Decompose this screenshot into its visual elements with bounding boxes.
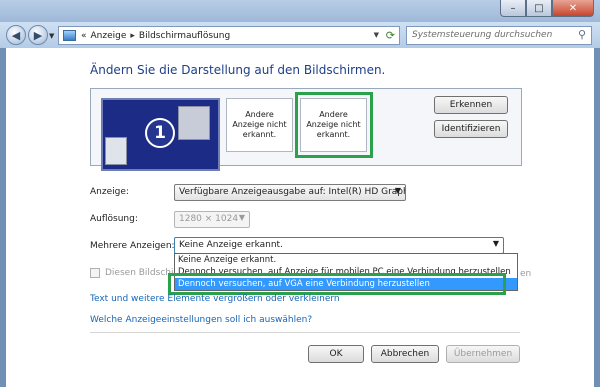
resolution-select-value: 1280 × 1024 [179,214,239,224]
monitor-1[interactable]: 1 [101,98,220,171]
multiple-displays-select[interactable]: Keine Anzeige erkannt. ▼ [174,237,504,254]
cancel-button[interactable]: Abbrechen [371,345,439,363]
close-button[interactable]: ✕ [552,0,594,17]
display-select-value: Verfügbare Anzeigeausgabe auf: Intel(R) … [179,187,406,197]
control-panel-icon [63,30,76,41]
desktop-preview-window [105,137,127,165]
monitor-number-badge: 1 [145,118,175,148]
window-controls: – □ ✕ [500,0,594,17]
forward-button[interactable]: ▶ [28,25,48,45]
highlight-box [295,92,373,158]
back-button[interactable]: ◀ [6,25,26,45]
apply-button: Übernehmen [446,345,520,363]
checkbox-label-cutoff: en [520,269,532,279]
search-input[interactable]: Systemsteuerung durchsuchen ⚲ [406,26,592,45]
resolution-label: Auflösung: [90,214,138,224]
desktop-preview-window [178,106,210,140]
recent-pages-dropdown-icon[interactable]: ▼ [49,32,54,40]
which-settings-link[interactable]: Welche Anzeigeeinstellungen soll ich aus… [90,315,312,325]
detect-button[interactable]: Erkennen [434,96,508,114]
minimize-button[interactable]: – [500,0,526,17]
chevron-down-icon: ▼ [394,186,401,195]
content-area: Ändern Sie die Darstellung auf den Bilds… [6,48,594,387]
divider [90,332,520,333]
chevron-down-icon: ▼ [492,239,499,248]
text-size-link[interactable]: Text und weitere Elemente vergrößern ode… [90,294,340,304]
display-label: Anzeige: [90,187,129,197]
multiple-displays-value: Keine Anzeige erkannt. [179,240,283,250]
identify-button[interactable]: Identifizieren [434,120,508,138]
search-placeholder: Systemsteuerung durchsuchen [412,30,553,40]
title-bar: – □ ✕ [0,0,600,22]
page-title: Ändern Sie die Darstellung auf den Bilds… [90,63,386,77]
breadcrumb-item-resolution[interactable]: Bildschirmauflösung [139,31,230,41]
address-dropdown-icon[interactable]: ▼ [374,31,379,39]
address-bar[interactable]: « Anzeige ▸ Bildschirmauflösung ▼ ⟳ [58,26,400,45]
resolution-select: 1280 × 1024 ▼ [174,211,250,228]
breadcrumb-item-anzeige[interactable]: Anzeige [91,31,127,41]
address-chevron[interactable]: « [81,31,87,41]
display-select[interactable]: Verfügbare Anzeigeausgabe auf: Intel(R) … [174,184,406,201]
highlight-box [168,273,506,295]
monitor-undetected-1[interactable]: Andere Anzeige nicht erkannt. [226,98,293,152]
breadcrumb-separator-icon[interactable]: ▸ [130,31,135,41]
search-icon[interactable]: ⚲ [578,28,586,41]
dropdown-option[interactable]: Keine Anzeige erkannt. [175,254,517,266]
maximize-button[interactable]: □ [526,0,552,17]
main-display-checkbox[interactable] [90,268,100,278]
ok-button[interactable]: OK [308,345,364,363]
chevron-down-icon: ▼ [238,213,245,222]
multiple-displays-label: Mehrere Anzeigen: [90,241,175,251]
refresh-icon[interactable]: ⟳ [386,29,395,42]
navigation-bar: ◀ ▶ ▼ « Anzeige ▸ Bildschirmauflösung ▼ … [0,22,600,48]
